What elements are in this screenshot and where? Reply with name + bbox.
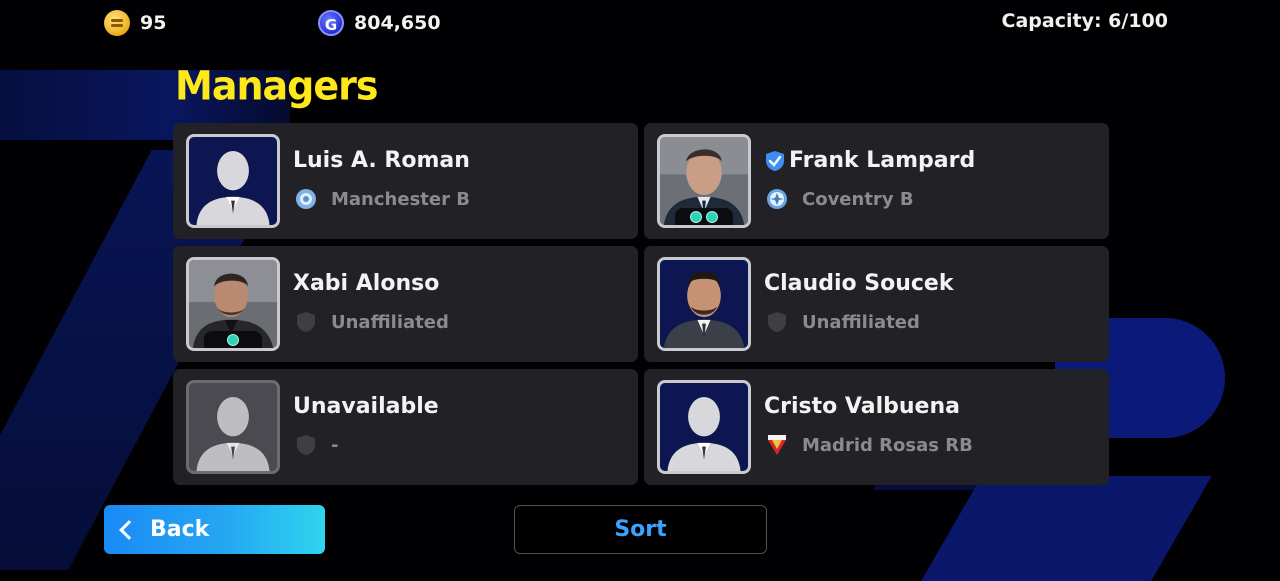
manager-portrait — [657, 134, 751, 228]
skill-badge-icon — [227, 333, 239, 346]
manager-club-text: Coventry B — [802, 188, 914, 210]
manager-badge-strip — [675, 208, 733, 225]
skill-badge-icon — [690, 210, 702, 223]
shield-icon — [297, 312, 315, 332]
manager-name: Frank Lampard — [764, 148, 975, 173]
manager-portrait — [186, 134, 280, 228]
manager-name-text: Claudio Soucek — [764, 271, 954, 296]
manchester-b-crest-icon — [296, 189, 316, 209]
manager-club-text: Unaffiliated — [331, 311, 449, 333]
manager-name: Claudio Soucek — [764, 271, 953, 296]
manager-club: Coventry B — [766, 187, 914, 211]
skill-badge-icon — [706, 210, 718, 223]
manager-badge-strip — [204, 331, 262, 348]
manager-card[interactable]: Luis A. Roman Manchester B — [173, 123, 638, 239]
capacity-label: Capacity: 6/100 — [1001, 10, 1168, 32]
manager-name: Unavailable — [293, 394, 439, 419]
back-button[interactable]: Back — [104, 505, 325, 554]
managers-screen: 95 G 804,650 Capacity: 6/100 Managers Lu… — [0, 0, 1280, 581]
manager-silhouette-icon — [667, 397, 741, 471]
manager-club: Manchester B — [295, 187, 470, 211]
manager-name: Luis A. Roman — [293, 148, 470, 173]
manager-silhouette-icon — [196, 151, 270, 225]
manager-card[interactable]: Xabi Alonso Unaffiliated — [173, 246, 638, 362]
manager-portrait — [657, 257, 751, 351]
manager-card[interactable]: Frank Lampard Coventry B — [644, 123, 1109, 239]
madrid-rosas-crest-icon — [768, 435, 786, 455]
background-slash — [918, 476, 1212, 581]
shield-icon — [768, 312, 786, 332]
back-button-label: Back — [150, 517, 210, 542]
manager-portrait — [186, 257, 280, 351]
manager-name-text: Cristo Valbuena — [764, 394, 960, 419]
manager-card[interactable]: Cristo Valbuena Madrid Rosas RB — [644, 369, 1109, 485]
manager-silhouette-icon — [196, 397, 270, 471]
top-bar: 95 G 804,650 Capacity: 6/100 — [0, 0, 1280, 46]
manager-club: - — [295, 433, 338, 457]
manager-club: Madrid Rosas RB — [766, 433, 973, 457]
managers-grid: Luis A. Roman Manchester B Frank Lampard… — [173, 123, 1109, 485]
gp-value: 804,650 — [354, 12, 441, 34]
coins-value: 95 — [140, 12, 167, 34]
shield-icon — [297, 435, 315, 455]
manager-name-text: Unavailable — [293, 394, 439, 419]
coventry-b-crest-icon — [767, 189, 787, 209]
manager-name-text: Frank Lampard — [789, 148, 976, 173]
manager-name: Cristo Valbuena — [764, 394, 960, 419]
coins-display: 95 — [104, 10, 166, 36]
manager-name-text: Luis A. Roman — [293, 148, 470, 173]
chevron-left-icon — [119, 519, 139, 540]
manager-club-text: Madrid Rosas RB — [802, 434, 973, 456]
manager-club: Unaffiliated — [295, 310, 449, 334]
manager-club-text: Manchester B — [331, 188, 470, 210]
sort-button[interactable]: Sort — [514, 505, 767, 554]
page-title: Managers — [175, 62, 378, 110]
sort-button-label: Sort — [614, 517, 667, 542]
manager-photo — [660, 260, 748, 348]
gp-icon: G — [318, 10, 344, 36]
manager-name-text: Xabi Alonso — [293, 271, 440, 296]
manager-name: Xabi Alonso — [293, 271, 439, 296]
coin-icon — [104, 10, 130, 36]
manager-portrait — [657, 380, 751, 474]
verified-shield-icon — [766, 150, 784, 171]
manager-club-text: Unaffiliated — [802, 311, 920, 333]
manager-card[interactable]: Claudio Soucek Unaffiliated — [644, 246, 1109, 362]
manager-club: Unaffiliated — [766, 310, 920, 334]
gp-display: G 804,650 — [318, 10, 441, 36]
manager-portrait — [186, 380, 280, 474]
manager-card[interactable]: Unavailable - — [173, 369, 638, 485]
manager-club-text: - — [331, 434, 339, 456]
